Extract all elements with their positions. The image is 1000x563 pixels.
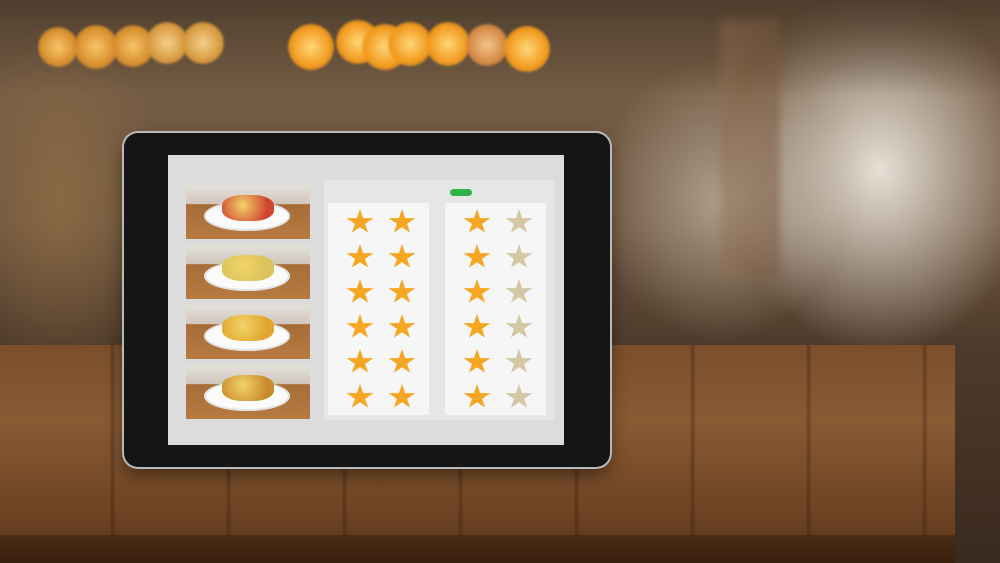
star-filled-icon[interactable] [463,384,491,408]
star-empty-icon[interactable] [505,209,533,233]
tablet-screen [168,155,564,445]
star-filled-icon[interactable] [388,384,416,408]
star-filled-icon[interactable] [346,279,374,303]
status-indicator [450,189,472,196]
bokeh-light [38,27,78,67]
star-filled-icon[interactable] [388,279,416,303]
star-empty-icon[interactable] [505,279,533,303]
food-item[interactable] [186,365,310,419]
table-edge [0,535,955,563]
bokeh-light [288,24,334,70]
star-filled-icon[interactable] [388,314,416,338]
star-filled-icon[interactable] [388,244,416,268]
star-filled-icon[interactable] [346,349,374,373]
star-empty-icon[interactable] [505,384,533,408]
star-filled-icon[interactable] [346,244,374,268]
star-filled-icon[interactable] [388,349,416,373]
rating-column [445,203,546,415]
bokeh-light [504,26,550,72]
dish [222,375,274,401]
star-filled-icon[interactable] [463,349,491,373]
star-filled-icon[interactable] [463,209,491,233]
star-filled-icon[interactable] [463,314,491,338]
star-filled-icon[interactable] [346,209,374,233]
star-filled-icon[interactable] [388,209,416,233]
star-filled-icon[interactable] [346,384,374,408]
bokeh-light [182,22,224,64]
bokeh-light [426,22,470,66]
star-empty-icon[interactable] [505,244,533,268]
star-empty-icon[interactable] [505,349,533,373]
dish [222,315,274,341]
star-filled-icon[interactable] [346,314,374,338]
food-item[interactable] [186,305,310,359]
food-item[interactable] [186,245,310,299]
star-empty-icon[interactable] [505,314,533,338]
star-filled-icon[interactable] [463,279,491,303]
bokeh-light [466,24,508,66]
wooden-post [720,20,780,280]
tablet [124,133,610,467]
rating-column [328,203,429,415]
food-item[interactable] [186,185,310,239]
star-filled-icon[interactable] [463,244,491,268]
dish [222,195,274,221]
dish [222,255,274,281]
food-list [186,185,310,419]
